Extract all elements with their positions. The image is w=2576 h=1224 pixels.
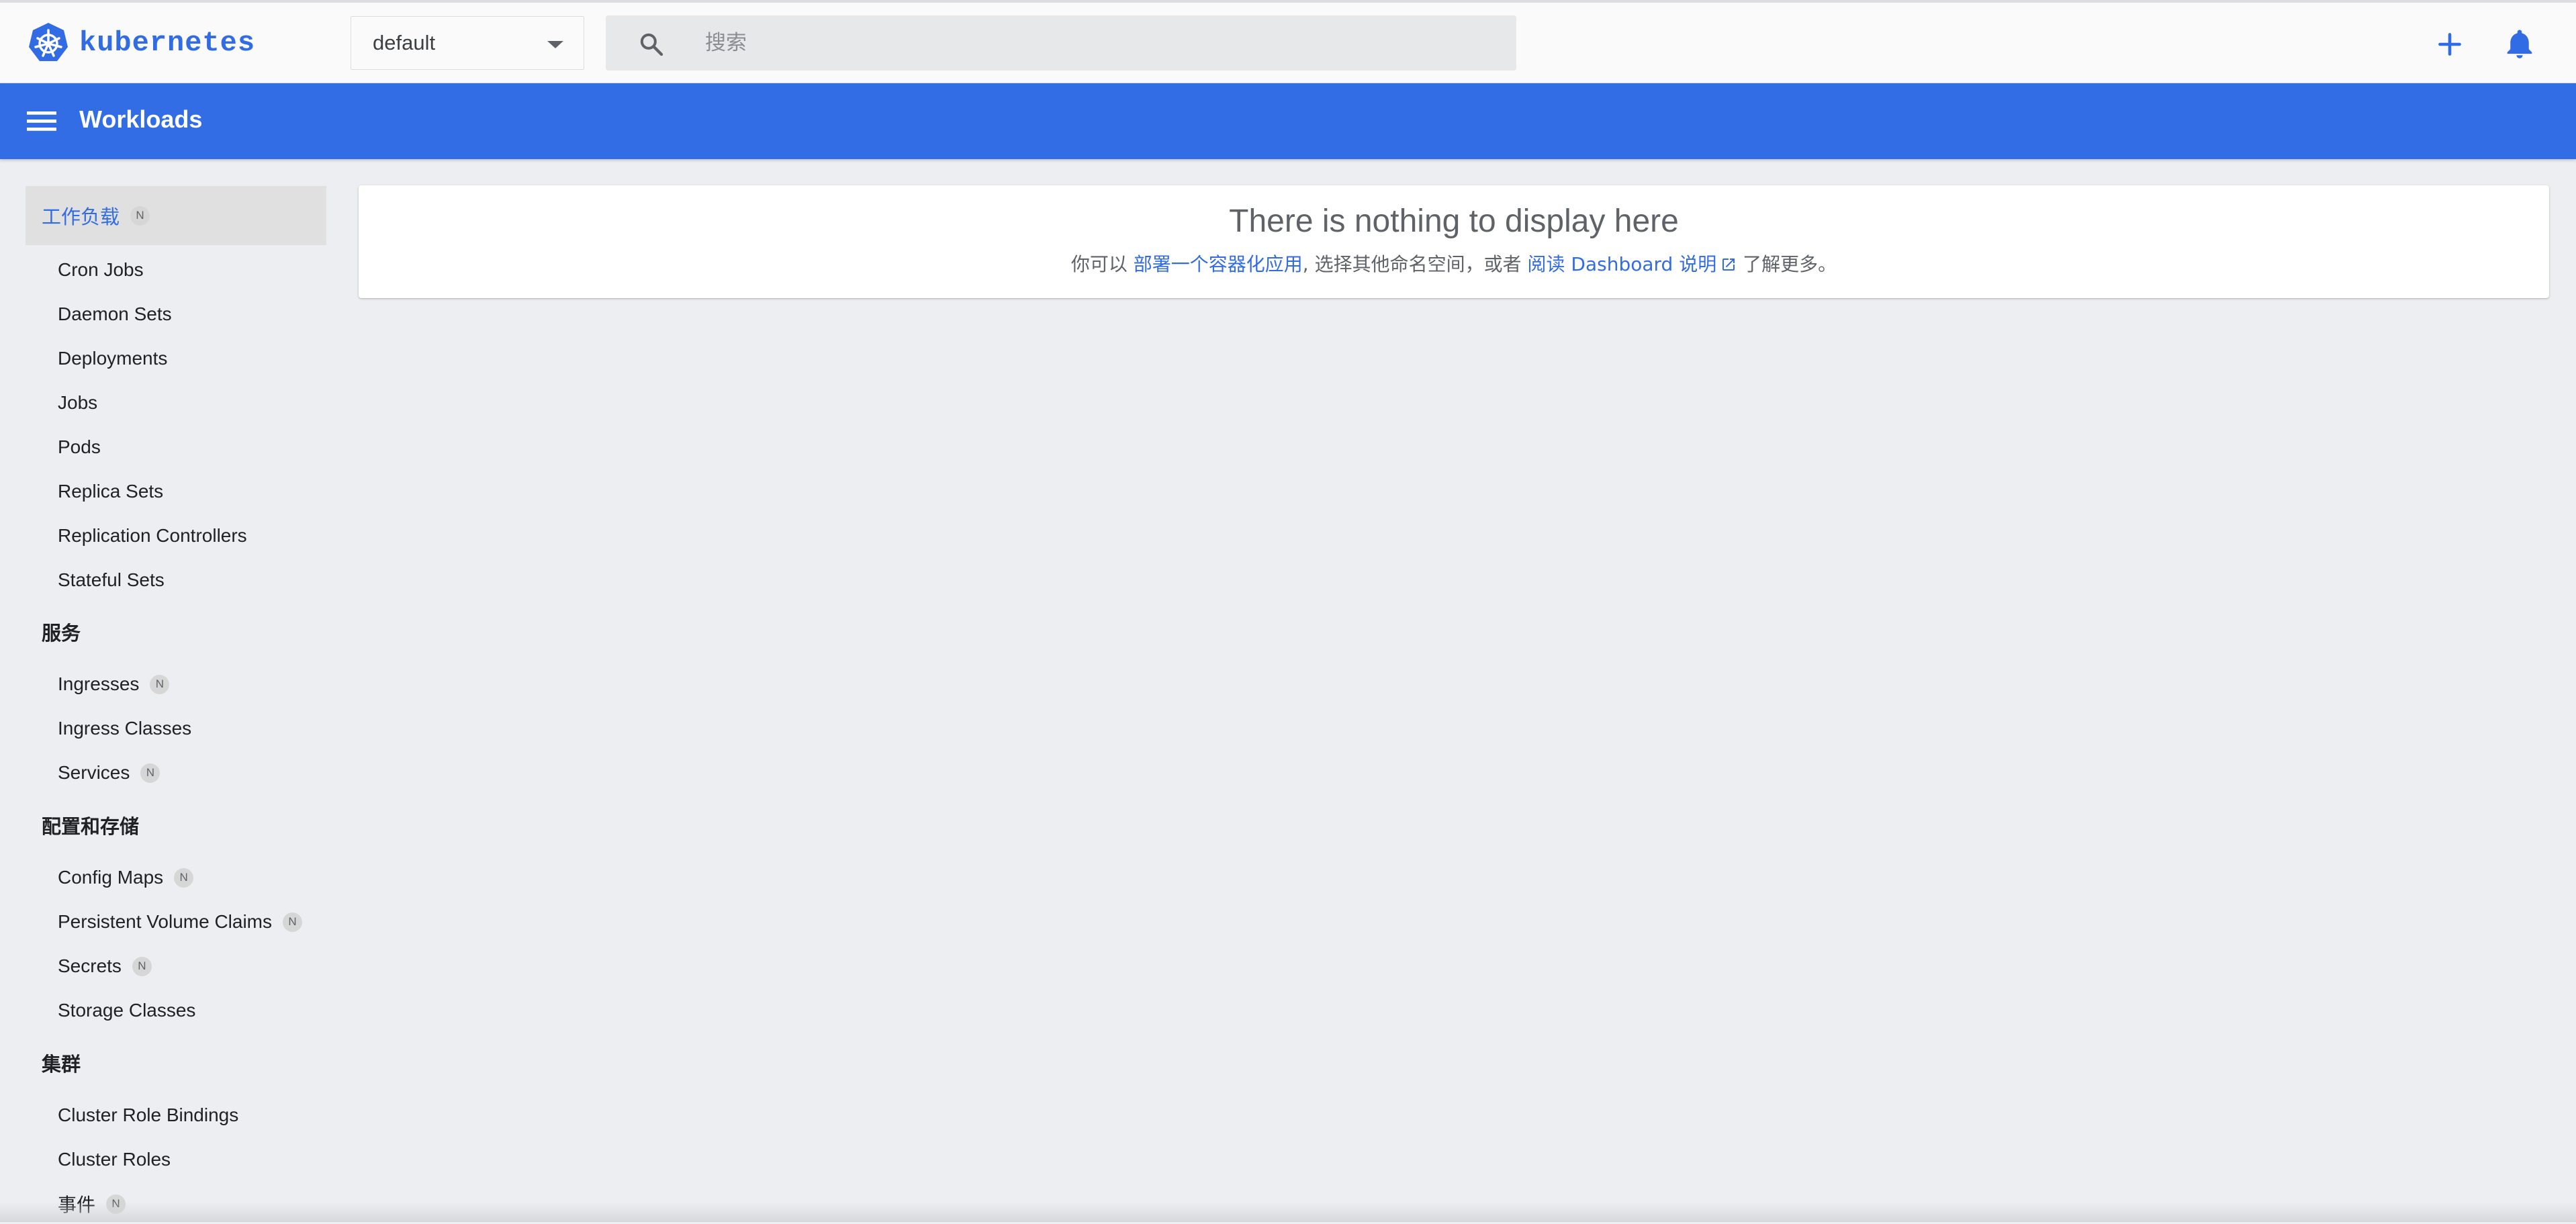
sidebar-item-persistent-volume-claims[interactable]: Persistent Volume Claims N: [26, 902, 326, 942]
empty-state-card: There is nothing to display here 你可以 部署一…: [359, 185, 2549, 298]
sidebar-item-ingress-classes[interactable]: Ingress Classes: [26, 708, 326, 749]
empty-state-text: 了解更多。: [1737, 253, 1837, 275]
namespaced-badge: N: [130, 205, 150, 226]
dashboard-docs-link[interactable]: 阅读 Dashboard 说明: [1528, 253, 1737, 275]
sidebar-item-stateful-sets[interactable]: Stateful Sets: [26, 560, 326, 600]
namespaced-badge: N: [283, 912, 303, 932]
sidebar-item-label: Replication Controllers: [58, 525, 247, 546]
sidebar-item-label: Jobs: [58, 392, 98, 413]
brand-name: kubernetes: [79, 27, 256, 59]
brand[interactable]: kubernetes: [27, 23, 255, 63]
sidebar-section-config-storage[interactable]: 配置和存储: [42, 811, 139, 839]
sidebar-item-label: Cluster Role Bindings: [58, 1104, 239, 1125]
search-input[interactable]: [705, 15, 1498, 70]
sidebar-item-label: Cron Jobs: [58, 259, 144, 280]
sidebar-item-label: Stateful Sets: [58, 569, 165, 590]
sidebar-item-label: Config Maps: [58, 867, 164, 888]
create-resource-button[interactable]: [2426, 20, 2474, 68]
scroll-shadow: [0, 1202, 2576, 1222]
sidebar-item-label: 工作负载: [42, 205, 120, 228]
sidebar-section-cluster[interactable]: 集群: [42, 1049, 81, 1077]
plus-icon: [2438, 33, 2461, 56]
sidebar-item-cluster-role-bindings[interactable]: Cluster Role Bindings: [26, 1095, 326, 1135]
search-icon[interactable]: [638, 31, 665, 58]
empty-state-message: 你可以 部署一个容器化应用, 选择其他命名空间，或者 阅读 Dashboard …: [359, 250, 2549, 277]
docs-link-label: 阅读 Dashboard 说明: [1527, 253, 1717, 275]
namespaced-badge: N: [150, 674, 170, 694]
page-title: Workloads: [79, 105, 203, 133]
sidebar-item-label: Replica Sets: [58, 481, 164, 502]
sidebar-section-services[interactable]: 服务: [42, 618, 81, 646]
page-titlebar: Workloads: [0, 83, 2576, 159]
notifications-button[interactable]: [2495, 20, 2544, 68]
namespaced-badge: N: [174, 867, 194, 888]
sidebar-item-label: Secrets: [58, 955, 122, 976]
external-link-icon: [1722, 258, 1735, 271]
namespace-select[interactable]: default: [351, 16, 584, 70]
sidebar-item-label: Ingresses: [58, 673, 140, 694]
sidebar-item-label: Pods: [58, 436, 101, 457]
menu-icon: [27, 111, 56, 131]
kubernetes-logo-icon: [29, 23, 68, 61]
bell-icon: [2507, 30, 2532, 58]
sidebar-item-label: Cluster Roles: [58, 1149, 171, 1170]
empty-state-title: There is nothing to display here: [1229, 203, 1679, 239]
sidebar-item-label: Deployments: [58, 348, 168, 369]
empty-state-text: , 选择其他命名空间，或者: [1302, 253, 1528, 275]
namespaced-badge: N: [132, 956, 152, 976]
sidebar-item-secrets[interactable]: Secrets N: [26, 946, 326, 986]
sidebar-item-daemon-sets[interactable]: Daemon Sets: [26, 294, 326, 334]
sidebar-item-config-maps[interactable]: Config Maps N: [26, 857, 326, 898]
sidebar-item-replication-controllers[interactable]: Replication Controllers: [26, 516, 326, 556]
sidebar-item-workloads[interactable]: 工作负载 N: [26, 186, 326, 245]
sidebar-item-label: Services: [58, 762, 130, 783]
namespaced-badge: N: [140, 763, 160, 783]
sidebar-item-cluster-roles[interactable]: Cluster Roles: [26, 1139, 326, 1180]
sidebar-item-pods[interactable]: Pods: [26, 427, 326, 467]
sidebar-item-replica-sets[interactable]: Replica Sets: [26, 471, 326, 512]
sidebar-item-label: Storage Classes: [58, 1000, 196, 1021]
sidebar-item-ingresses[interactable]: Ingresses N: [26, 664, 326, 704]
sidebar-item-label: Persistent Volume Claims: [58, 911, 273, 932]
sidebar-item-jobs[interactable]: Jobs: [26, 383, 326, 423]
sidebar-item-services[interactable]: Services N: [26, 753, 326, 793]
sidebar-item-storage-classes[interactable]: Storage Classes: [26, 990, 326, 1031]
sidebar-item-cron-jobs[interactable]: Cron Jobs: [26, 250, 326, 290]
sidebar-item-label: Daemon Sets: [58, 303, 172, 324]
search-bar: [606, 15, 1516, 70]
namespace-value: default: [373, 31, 436, 54]
top-toolbar: kubernetes default: [0, 3, 2576, 83]
sidebar-item-label: Ingress Classes: [58, 718, 192, 739]
deploy-app-link[interactable]: 部署一个容器化应用: [1134, 253, 1303, 275]
empty-state-text: 你可以: [1070, 253, 1134, 275]
caret-down-icon: [547, 41, 563, 48]
sidebar-item-deployments[interactable]: Deployments: [26, 338, 326, 379]
sidebar-nav: 工作负载 N Cron Jobs Daemon Sets Deployments…: [0, 159, 336, 1222]
menu-toggle-button[interactable]: [26, 107, 58, 134]
